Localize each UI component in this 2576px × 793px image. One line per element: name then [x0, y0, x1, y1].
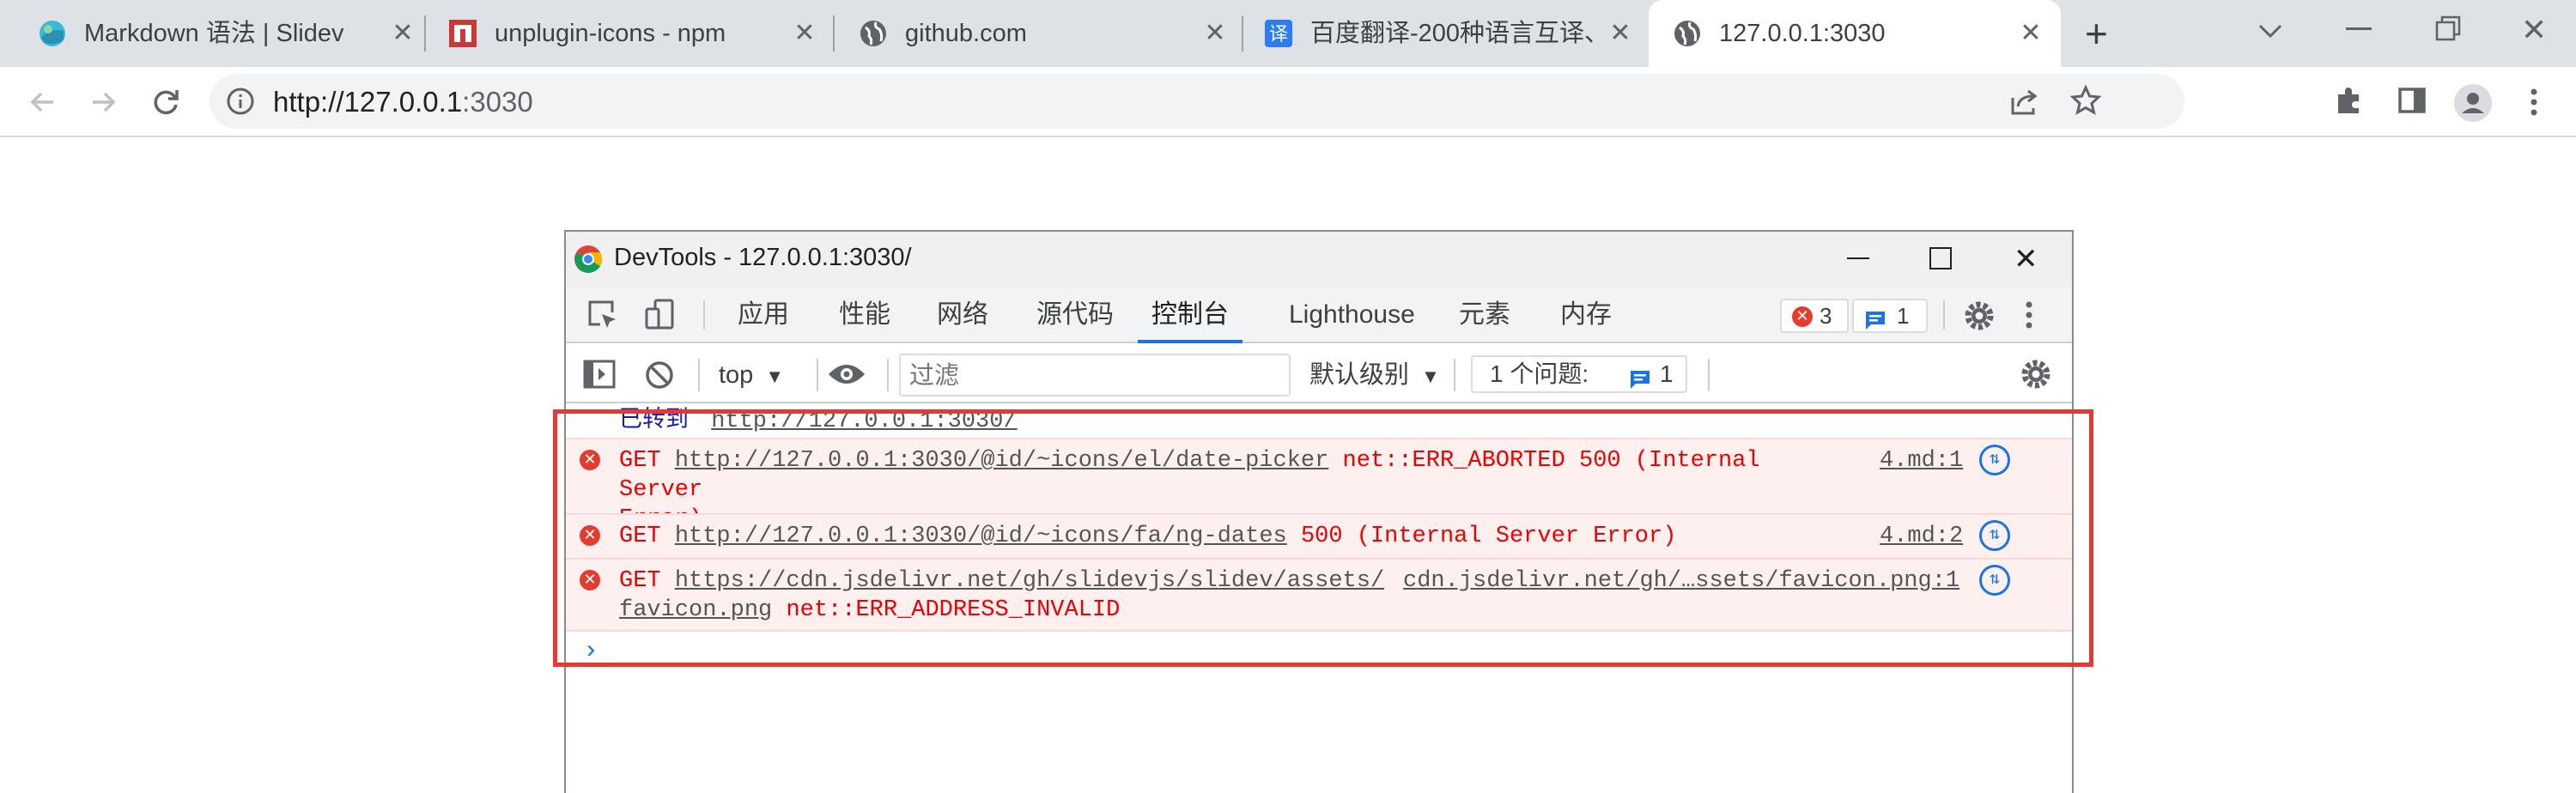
close-tab-icon[interactable]: ✕ — [792, 21, 817, 46]
browser-tab-github[interactable]: github.com ✕ — [859, 0, 1228, 67]
tab-title: 127.0.0.1:3030 — [1719, 20, 1886, 47]
toolbar-divider — [1708, 359, 1710, 391]
toolbar-divider — [887, 359, 889, 391]
browser-tab-npm[interactable]: unplugin-icons - npm ✕ — [448, 0, 817, 67]
tab-memory[interactable]: 内存 — [1560, 287, 1612, 343]
toolbar-divider — [1454, 359, 1455, 391]
devtools-minimize-icon[interactable] — [1847, 257, 1869, 259]
tab-sources[interactable]: 源代码 — [1036, 287, 1114, 343]
tab-lighthouse[interactable]: Lighthouse — [1289, 287, 1415, 343]
browser-tab-baidu-translate[interactable]: 译 百度翻译-200种语言互译、 ✕ — [1264, 0, 1633, 67]
settings-gear-icon[interactable] — [1962, 299, 1996, 337]
devtools-maximize-icon[interactable] — [1929, 247, 1952, 269]
close-tab-icon[interactable]: ✕ — [390, 21, 416, 46]
share-icon[interactable] — [2009, 86, 2040, 121]
back-arrow-icon[interactable] — [22, 82, 62, 122]
address-host: http://127.0.0.1 — [273, 86, 463, 118]
address-port: :3030 — [462, 86, 533, 118]
highlight-annotation-box — [553, 409, 2093, 667]
side-panel-icon[interactable] — [2392, 82, 2432, 122]
tab-search-icon[interactable] — [2255, 15, 2286, 53]
more-options-icon[interactable] — [2020, 297, 2038, 337]
browser-tab-slidev[interactable]: Markdown 语法 | Slidev ✕ — [38, 0, 416, 67]
new-tab-button[interactable]: + — [2085, 12, 2108, 55]
clear-console-icon[interactable] — [643, 359, 676, 396]
close-tab-icon[interactable]: ✕ — [2018, 21, 2044, 46]
error-count-badge[interactable]: ✕ 3 — [1780, 299, 1849, 333]
sidebar-toggle-icon[interactable] — [583, 359, 616, 394]
tab-console[interactable]: 控制台 — [1138, 287, 1242, 343]
tab-application[interactable]: 应用 — [738, 287, 789, 343]
chrome-logo-icon — [573, 244, 604, 279]
slidev-logo-icon — [38, 19, 67, 48]
message-count: 1 — [1897, 303, 1910, 329]
close-window-icon[interactable]: ✕ — [2521, 12, 2547, 48]
site-info-icon[interactable] — [225, 86, 256, 121]
browser-toolbar: http://127.0.0.1:3030 — [0, 67, 2576, 137]
error-count: 3 — [1820, 303, 1832, 329]
bookmark-star-icon[interactable] — [2069, 84, 2102, 121]
tab-separator — [424, 15, 426, 51]
browser-menu-icon[interactable] — [2514, 82, 2554, 122]
console-filter-input[interactable] — [899, 354, 1291, 396]
toolbar-divider — [817, 359, 818, 391]
devtools-panel-tabs: 应用 性能 网络 源代码 控制台 Lighthouse 元素 内存 ✕ 3 1 — [566, 287, 2072, 343]
inspect-element-icon[interactable] — [586, 299, 619, 336]
tab-separator — [833, 15, 835, 51]
tab-title: 百度翻译-200种语言互译、 — [1310, 20, 1602, 47]
npm-logo-icon — [448, 19, 477, 48]
browser-tab-localhost[interactable]: 127.0.0.1:3030 ✕ — [1649, 0, 2061, 67]
log-level-value: 默认级别 — [1309, 361, 1410, 389]
devtools-title-bar: DevTools - 127.0.0.1:3030/ ✕ — [566, 232, 2072, 287]
console-settings-gear-icon[interactable] — [2019, 357, 2053, 396]
profile-avatar-icon[interactable] — [2452, 82, 2492, 122]
context-value: top — [719, 361, 754, 389]
svg-text:译: 译 — [1269, 24, 1288, 45]
toolbar-divider — [703, 300, 705, 330]
log-level-selector[interactable]: 默认级别 ▼ — [1309, 359, 1440, 391]
devtools-title: DevTools - 127.0.0.1:3030/ — [614, 244, 912, 271]
tab-title: unplugin-icons - npm — [495, 20, 726, 47]
issues-count: 1 — [1660, 360, 1674, 387]
message-count-badge[interactable]: 1 — [1852, 299, 1928, 333]
error-icon: ✕ — [1792, 306, 1813, 327]
dropdown-arrow-icon: ▼ — [1421, 366, 1440, 387]
device-toolbar-icon[interactable] — [643, 297, 677, 336]
devtools-close-icon[interactable]: ✕ — [2014, 242, 2038, 276]
close-tab-icon[interactable]: ✕ — [1607, 21, 1633, 46]
tab-elements[interactable]: 元素 — [1459, 287, 1510, 343]
minimize-window-icon[interactable] — [2346, 27, 2372, 30]
baidu-translate-icon: 译 — [1264, 19, 1293, 48]
live-expression-eye-icon[interactable] — [827, 360, 866, 392]
console-toolbar: top ▼ 默认级别 ▼ 1 个问题: 1 — [566, 345, 2072, 403]
reload-icon[interactable] — [146, 82, 185, 122]
message-icon — [1864, 307, 1886, 338]
toolbar-divider — [1943, 300, 1945, 330]
issues-button[interactable]: 1 个问题: 1 — [1471, 355, 1687, 393]
address-bar[interactable]: http://127.0.0.1:3030 — [210, 74, 2184, 129]
dropdown-arrow-icon: ▼ — [765, 366, 785, 387]
toolbar-divider — [698, 359, 700, 391]
close-tab-icon[interactable]: ✕ — [1202, 21, 1228, 46]
tab-separator — [1242, 15, 1243, 51]
address-url[interactable]: http://127.0.0.1:3030 — [273, 86, 533, 118]
tab-title: Markdown 语法 | Slidev — [84, 20, 344, 47]
issues-label: 1 个问题: — [1490, 360, 1589, 387]
tab-strip: Markdown 语法 | Slidev ✕ unplugin-icons - … — [0, 0, 2576, 67]
globe-icon — [1673, 19, 1702, 48]
globe-icon — [859, 19, 888, 48]
context-selector[interactable]: top ▼ — [719, 359, 784, 391]
tab-network[interactable]: 网络 — [937, 287, 988, 343]
extensions-icon[interactable] — [2330, 82, 2370, 122]
restore-window-icon[interactable] — [2435, 15, 2461, 45]
tab-performance[interactable]: 性能 — [839, 287, 890, 343]
tab-title: github.com — [905, 20, 1027, 47]
forward-arrow-icon[interactable] — [84, 82, 124, 122]
message-icon — [1629, 365, 1651, 399]
